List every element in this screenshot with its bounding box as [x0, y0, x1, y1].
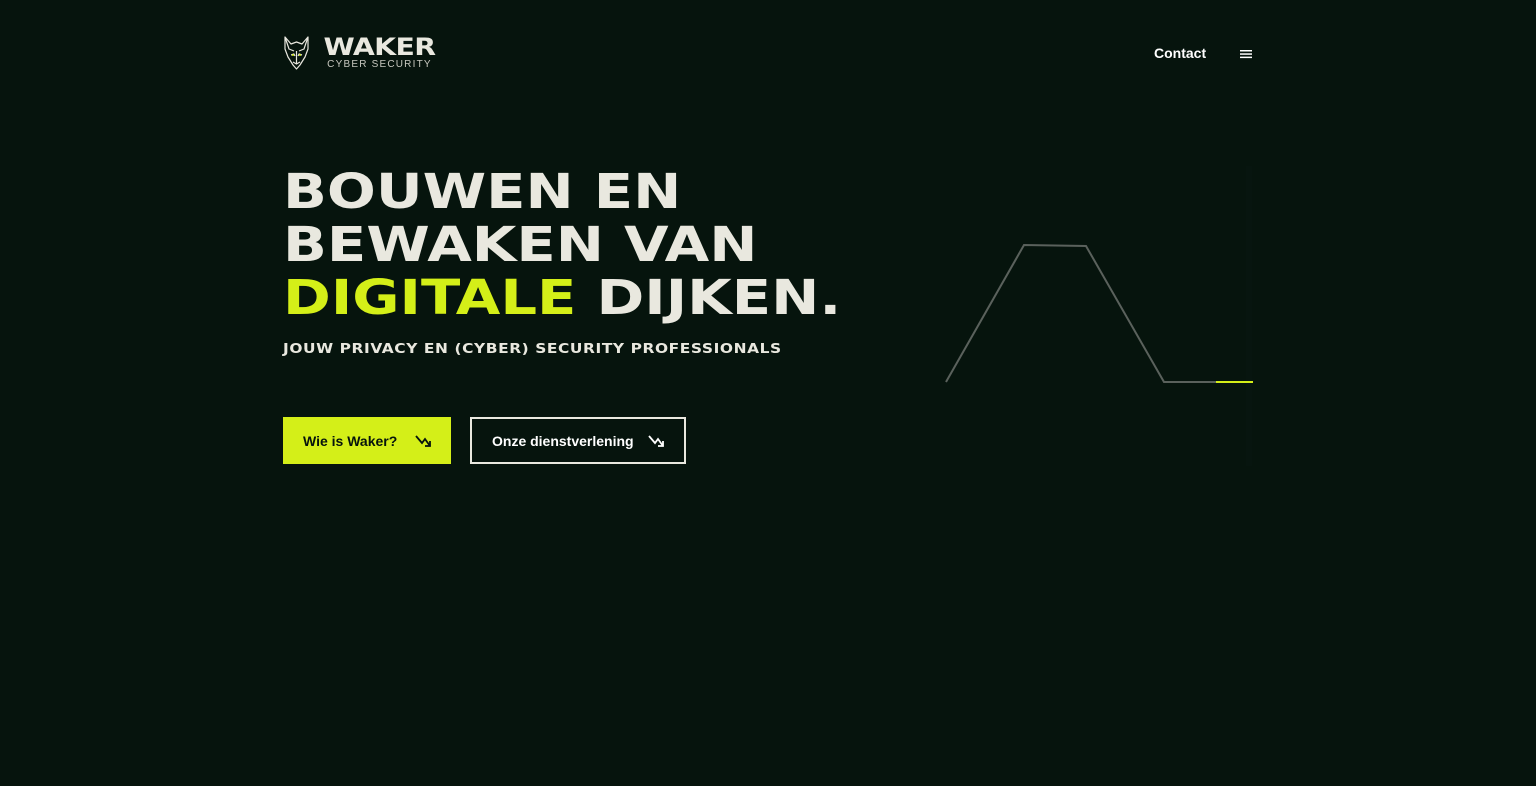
nav-contact-link[interactable]: Contact	[1154, 45, 1206, 61]
arrow-up-right-icon	[415, 434, 431, 447]
our-services-label: Onze dienstverlening	[492, 432, 634, 449]
logo[interactable]: WAKER CYBER SECURITY	[283, 35, 439, 71]
logo-wordmark: WAKER	[323, 33, 436, 61]
graphic-edge-shade	[1246, 166, 1252, 466]
logo-text: WAKER CYBER SECURITY	[320, 33, 439, 70]
headline-line-3-rest: DIJKEN.	[576, 270, 842, 326]
headline-line-1: BOUWEN EN	[283, 164, 682, 220]
who-is-waker-button[interactable]: Wie is Waker?	[283, 417, 451, 464]
hamburger-icon	[1240, 50, 1252, 59]
wolf-logo-icon	[284, 36, 309, 70]
dike-outline	[945, 243, 1216, 383]
headline-accent-word: DIGITALE	[283, 270, 577, 326]
headline-line-3: DIGITALE DIJKEN.	[283, 272, 841, 325]
headline-line-2: BEWAKEN VAN	[283, 217, 758, 273]
menu-button[interactable]	[1238, 46, 1254, 62]
hero-headline: BOUWEN EN BEWAKEN VAN DIGITALE DIJKEN.	[283, 166, 841, 325]
arrow-up-right-icon	[648, 434, 664, 447]
our-services-button[interactable]: Onze dienstverlening	[470, 417, 686, 464]
hero-subheadline: JOUW PRIVACY EN (CYBER) SECURITY PROFESS…	[283, 342, 782, 357]
page: WAKER CYBER SECURITY Contact BOUWEN EN B…	[0, 0, 1536, 786]
who-is-waker-label: Wie is Waker?	[303, 432, 398, 449]
dike-line-graphic	[945, 166, 1253, 466]
